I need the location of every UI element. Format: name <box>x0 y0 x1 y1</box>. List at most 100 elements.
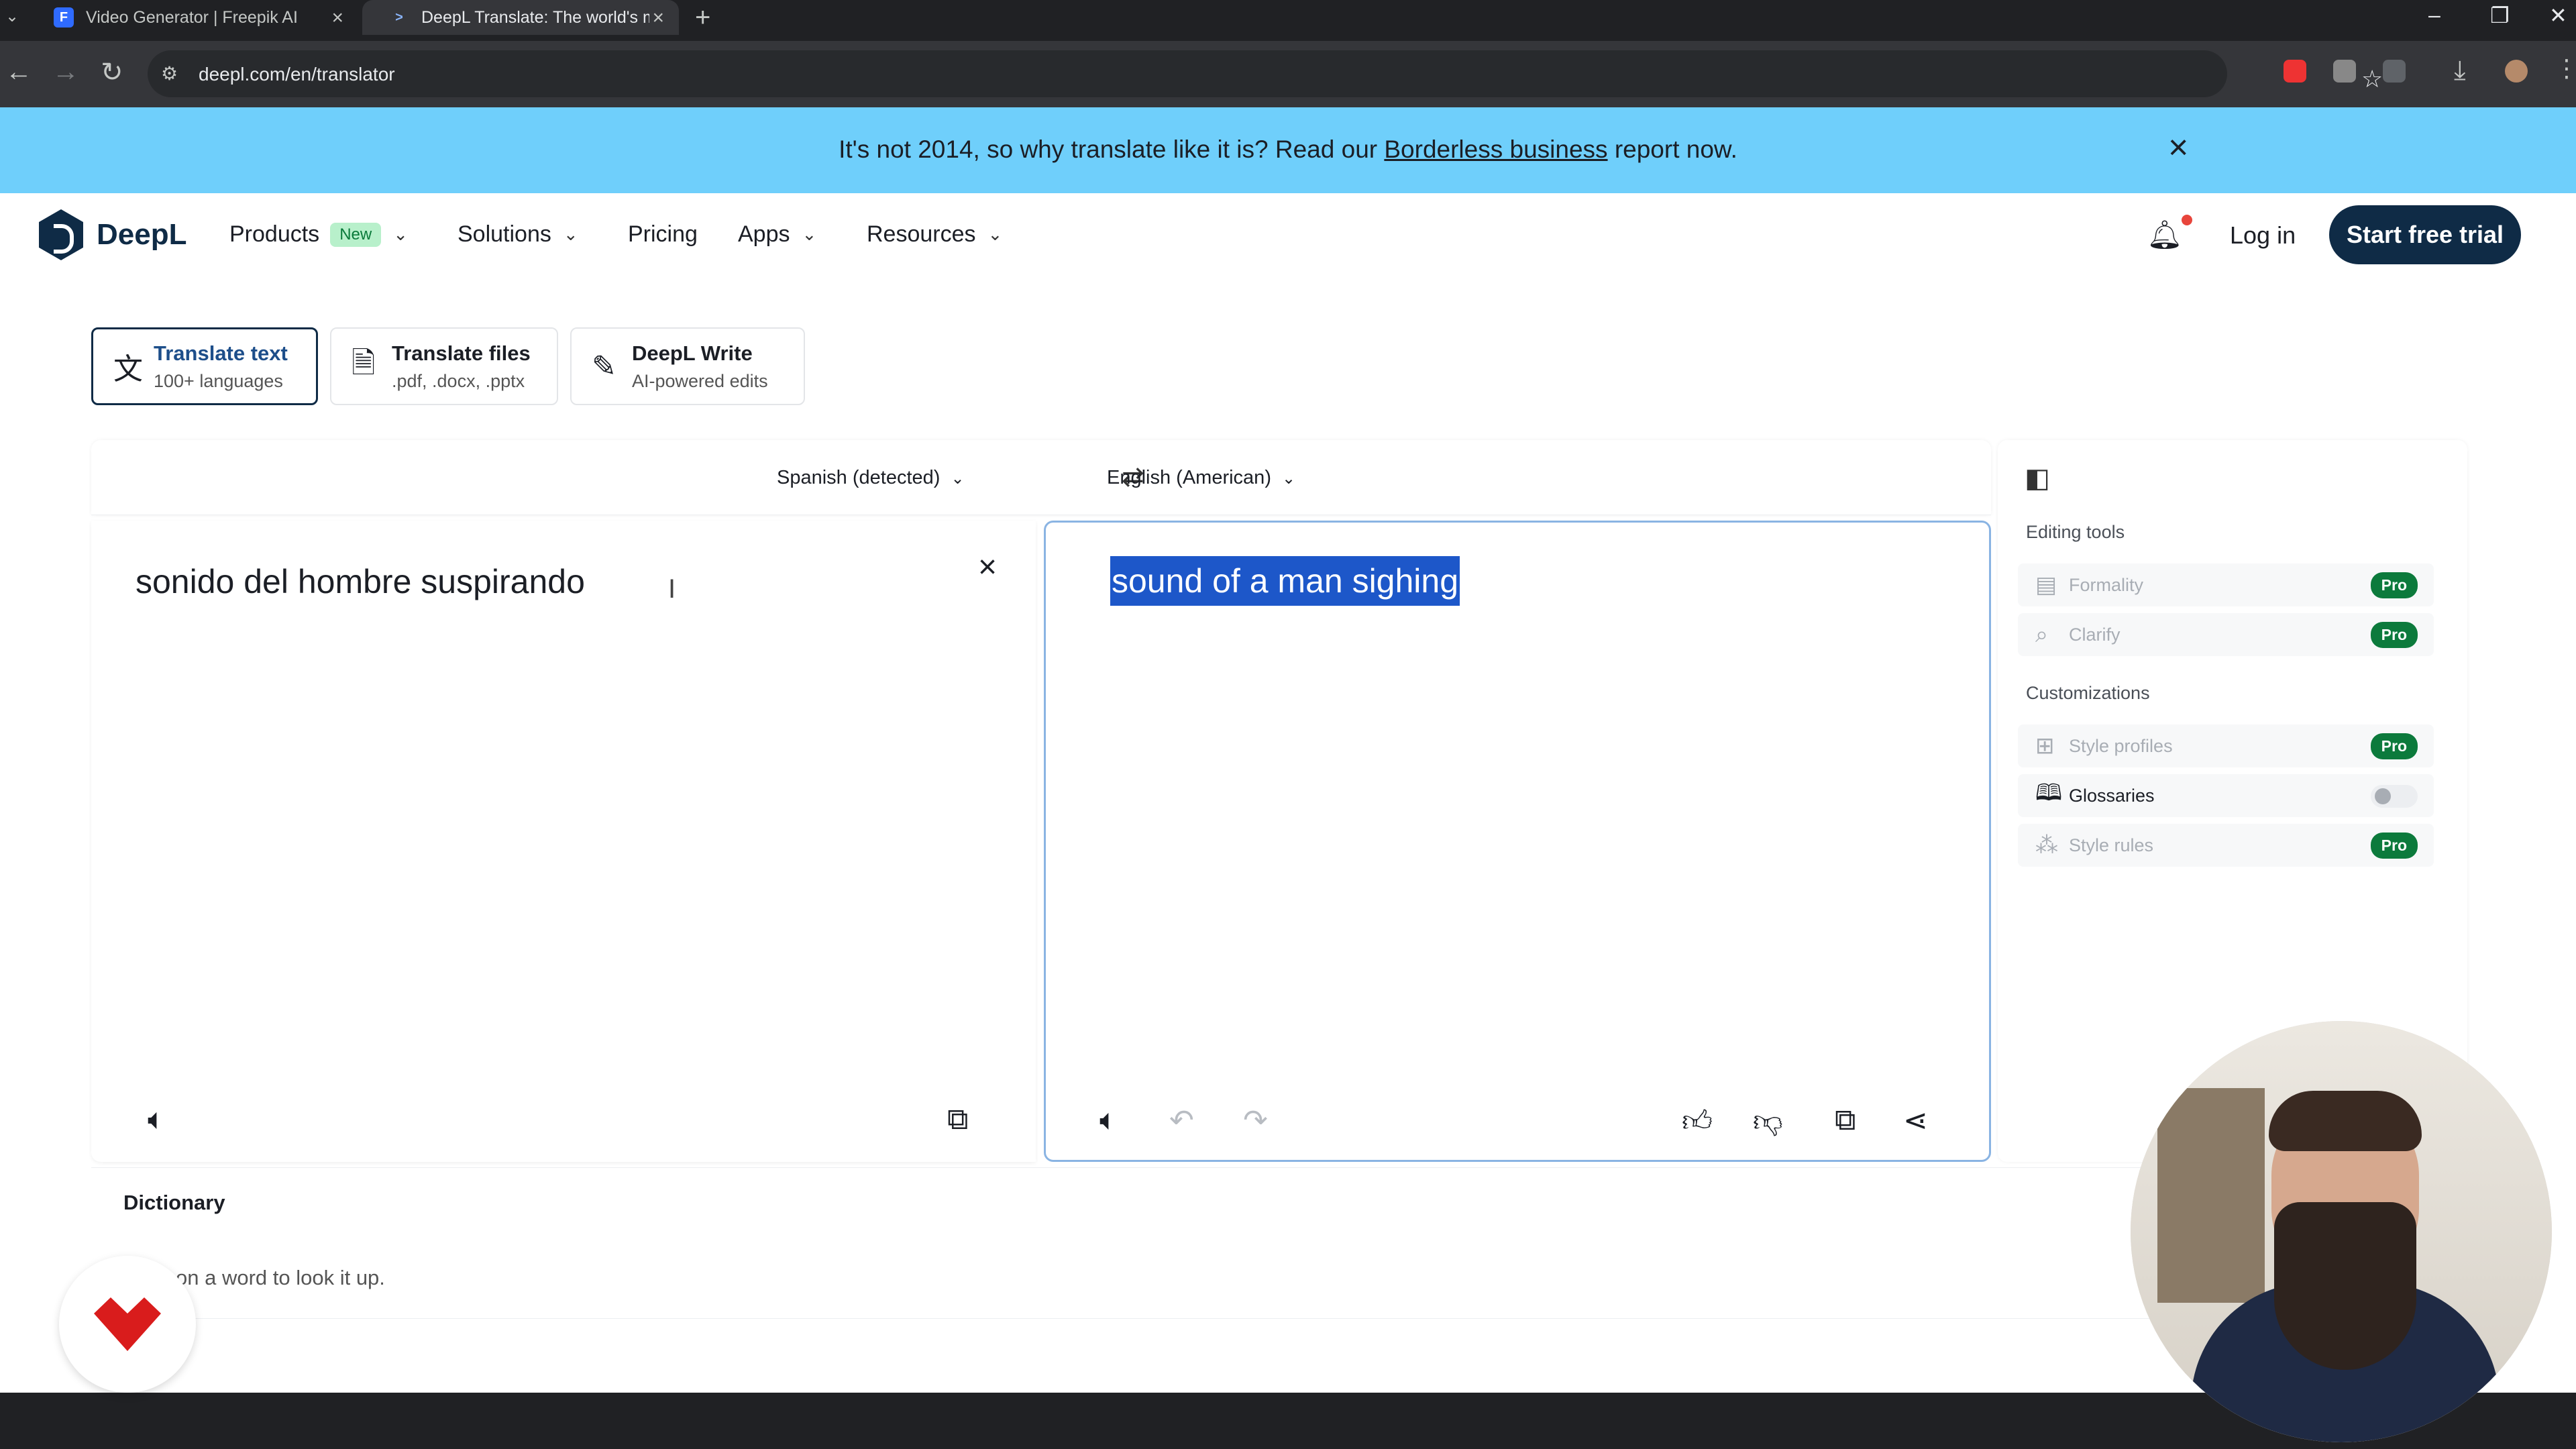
extensions-puzzle-icon[interactable] <box>2383 60 2406 83</box>
bookmark-star-icon[interactable]: ☆ <box>2361 65 2383 93</box>
copy-icon[interactable]: ⧉ <box>947 1103 968 1136</box>
browser-tab-freepik[interactable]: F Video Generator | Freepik AI × <box>27 0 358 35</box>
back-icon[interactable]: ← <box>5 57 32 87</box>
thumbs-down-icon[interactable]: 👎︎ <box>1753 1104 1783 1139</box>
person-beard <box>2274 1202 2416 1370</box>
share-icon[interactable]: ⋖ <box>1903 1104 1928 1138</box>
style-profiles-tool[interactable]: ⊞ Style profiles Pro <box>2018 724 2434 767</box>
minimize-icon[interactable]: – <box>2428 3 2440 28</box>
editing-tools-heading: Editing tools <box>2026 522 2125 542</box>
clear-source-icon[interactable]: × <box>978 549 997 586</box>
chevron-down-icon: ⌄ <box>987 224 1003 244</box>
speaker-icon[interactable]: 🔈︎ <box>148 1103 165 1136</box>
extension-calendar-icon[interactable] <box>2333 60 2356 83</box>
close-window-icon[interactable]: ✕ <box>2549 3 2567 28</box>
formality-tool[interactable]: ▤ Formality Pro <box>2018 564 2434 606</box>
dictionary-title: Dictionary <box>123 1191 225 1214</box>
nav-resources[interactable]: Resources ⌄ <box>867 221 1002 248</box>
new-badge: New <box>330 222 382 247</box>
thumbs-up-icon[interactable]: 👍︎ <box>1682 1104 1713 1139</box>
creator-logo-icon <box>94 1297 161 1351</box>
redo-icon[interactable]: ↷ <box>1243 1104 1268 1138</box>
text-cursor-icon: I <box>668 574 676 604</box>
speaker-icon[interactable]: 🔈︎ <box>1099 1104 1117 1137</box>
start-free-trial-button[interactable]: Start free trial <box>2329 205 2521 264</box>
extension-record-icon[interactable] <box>2284 60 2306 83</box>
tab-translate-files[interactable]: 🗎︎ Translate files .pdf, .docx, .pptx <box>330 327 558 405</box>
deepl-logo-icon <box>39 209 83 260</box>
source-text[interactable]: sonido del hombre suspirando <box>136 562 585 601</box>
chevron-down-icon: ⌄ <box>1281 470 1296 488</box>
borderless-business-link[interactable]: Borderless business <box>1384 136 1607 163</box>
download-icon[interactable]: ⤓ <box>2454 56 2466 86</box>
source-text-panel[interactable]: sonido del hombre suspirando I × 🔈︎ ⧉ <box>91 521 1036 1162</box>
clarify-tool[interactable]: ⌕ Clarify Pro <box>2018 613 2434 656</box>
profile-avatar[interactable] <box>2505 60 2528 83</box>
undo-icon[interactable]: ↶ <box>1169 1104 1194 1138</box>
tab-title: Video Generator | Freepik AI <box>86 7 298 27</box>
browser-tab-strip: ⌄ F Video Generator | Freepik AI × > Dee… <box>0 0 2576 41</box>
restore-icon[interactable]: ❐ <box>2490 3 2510 28</box>
translated-text[interactable]: sound of a man sighing <box>1110 556 1460 606</box>
tab-search-icon[interactable]: ⌄ <box>5 7 19 26</box>
chevron-down-icon: ⌄ <box>393 224 408 244</box>
bookshelf <box>2157 1088 2265 1303</box>
site-info-icon[interactable]: ⚙ <box>161 62 178 85</box>
style-profiles-icon: ⊞ <box>2035 733 2055 759</box>
close-tab-icon[interactable]: × <box>331 7 343 30</box>
nav-products[interactable]: Products New ⌄ <box>229 221 408 248</box>
dictionary-hint: on a word to look it up. <box>176 1266 385 1289</box>
source-language-select[interactable]: Spanish (detected) ⌄ <box>777 467 965 489</box>
clarify-search-icon: ⌕ <box>2035 621 2049 647</box>
target-language-select[interactable]: English (American) ⌄ <box>1107 467 1295 489</box>
reload-icon[interactable]: ↻ <box>101 57 123 88</box>
deepl-icon: > <box>395 9 403 25</box>
nav-solutions[interactable]: Solutions ⌄ <box>458 221 578 248</box>
new-tab-icon[interactable]: + <box>695 3 710 33</box>
glossary-book-icon: 🕮 <box>2035 780 2063 806</box>
pro-badge: Pro <box>2370 622 2418 648</box>
freepik-icon: F <box>54 7 74 28</box>
close-banner-icon[interactable]: × <box>2168 127 2188 168</box>
language-bar: Spanish (detected) ⌄ ⇄ English (American)… <box>91 440 1991 515</box>
glossaries-toggle[interactable] <box>2371 785 2418 808</box>
forward-icon[interactable]: → <box>52 57 79 87</box>
pro-badge: Pro <box>2370 733 2418 759</box>
promo-banner: It's not 2014, so why translate like it … <box>0 107 2576 193</box>
dictionary-section: Dictionary on a word to look it up. <box>91 1167 2238 1319</box>
login-link[interactable]: Log in <box>2230 221 2296 250</box>
translate-icon: 文 <box>113 353 143 386</box>
chevron-down-icon: ⌄ <box>951 470 965 488</box>
webcam-overlay <box>2131 1021 2552 1442</box>
customizations-heading: Customizations <box>2026 683 2150 703</box>
banner-text: It's not 2014, so why translate like it … <box>839 136 1737 163</box>
magic-pen-icon: ✎ <box>592 350 616 383</box>
formality-icon: ▤ <box>2035 572 2057 598</box>
logo-text: DeepL <box>97 218 187 251</box>
address-bar[interactable]: ⚙ deepl.com/en/translator ☆ <box>148 50 2383 97</box>
deepl-logo[interactable]: DeepL <box>39 209 186 260</box>
notification-dot <box>2182 215 2192 225</box>
glossaries-tool[interactable]: 🕮 Glossaries <box>2018 774 2434 817</box>
nav-apps[interactable]: Apps ⌄ <box>738 221 816 248</box>
chevron-down-icon: ⌄ <box>802 224 817 244</box>
browser-menu-icon[interactable]: ⋮ <box>2555 54 2576 83</box>
tab-translate-text[interactable]: 文 Translate text 100+ languages <box>91 327 318 405</box>
copy-icon[interactable]: ⧉ <box>1835 1104 1856 1137</box>
creator-logo-badge <box>59 1256 196 1393</box>
browser-tab-deepl[interactable]: > DeepL Translate: The world's m × <box>362 0 679 35</box>
close-tab-icon[interactable]: × <box>652 7 664 30</box>
url-text: deepl.com/en/translator <box>199 64 395 85</box>
file-icon: 🗎︎ <box>352 346 376 380</box>
pro-badge: Pro <box>2370 833 2418 859</box>
tab-title: DeepL Translate: The world's m <box>421 7 649 27</box>
collapse-panel-icon[interactable]: ◧ <box>2025 463 2050 494</box>
notification-bell-icon[interactable]: 🔔︎ <box>2147 219 2182 252</box>
style-rules-icon: ⁂ <box>2035 833 2058 858</box>
style-rules-tool[interactable]: ⁂ Style rules Pro <box>2018 824 2434 867</box>
chevron-down-icon: ⌄ <box>563 224 578 244</box>
target-text-panel[interactable]: sound of a man sighing 🔈︎ ↶ ↷ 👍︎ 👎︎ ⧉ ⋖ <box>1044 521 1991 1162</box>
nav-pricing[interactable]: Pricing <box>628 221 698 248</box>
pro-badge: Pro <box>2370 572 2418 598</box>
tab-deepl-write[interactable]: ✎ DeepL Write AI-powered edits <box>570 327 805 405</box>
